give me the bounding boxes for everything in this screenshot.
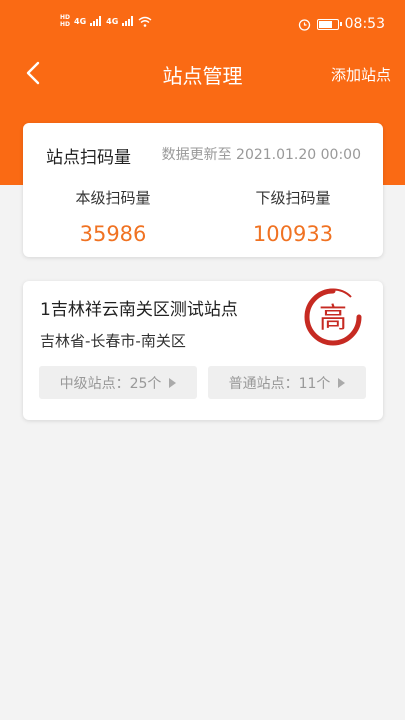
own-level-stat: 本级扫码量 35986 [23,187,203,246]
stat-label: 本级扫码量 [75,189,151,207]
clock: 08:53 [344,16,385,32]
stat-value: 100933 [252,222,334,246]
hd-indicator: HD HD [60,14,71,28]
scan-summary-card: 站点扫码量 数据更新至 2021.01.20 00:00 本级扫码量 35986… [23,123,383,257]
mid-level-sites-label: 中级站点：25个 [59,375,162,392]
site-logo-text: 高 [319,301,347,334]
nav-bar: 站点管理 添加站点 [0,54,405,94]
site-card[interactable]: 1吉林祥云南关区测试站点 吉林省-长春市-南关区 高 中级站点：25个 普通站点… [23,281,383,420]
normal-sites-button[interactable]: 普通站点：11个 [208,366,366,399]
status-right: 08:53 [298,16,385,32]
signal-label-1: 4G [74,16,87,26]
site-name: 1吉林祥云南关区测试站点 [40,300,238,320]
stat-value: 35986 [79,222,147,246]
summary-title: 站点扫码量 [46,148,131,168]
mid-level-sites-button[interactable]: 中级站点：25个 [39,366,197,399]
site-logo: 高 [304,288,362,346]
battery-fill [318,20,333,28]
signal-icon [90,16,102,26]
signal-icon-2 [122,16,134,26]
status-bar: HD HD 4G 4G 08:53 [0,0,405,48]
site-address: 吉林省-长春市-南关区 [40,332,186,350]
arrow-right-icon [338,377,346,388]
stat-label: 下级扫码量 [255,189,331,207]
add-site-button[interactable]: 添加站点 [331,64,391,85]
signal-label-2: 4G [106,16,119,26]
wifi-icon [138,16,152,27]
status-left: HD HD 4G 4G [60,14,152,28]
arrow-right-icon [169,377,177,388]
normal-sites-label: 普通站点：11个 [228,375,331,392]
sub-level-stat: 下级扫码量 100933 [203,187,383,246]
update-time: 数据更新至 2021.01.20 00:00 [161,147,361,163]
alarm-icon [298,18,310,31]
battery-icon [316,18,342,30]
